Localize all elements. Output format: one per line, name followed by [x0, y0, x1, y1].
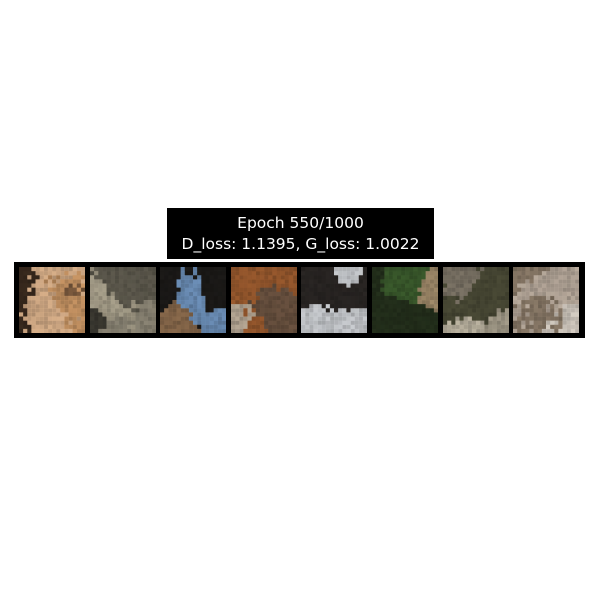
generated-sample-2 — [90, 267, 156, 333]
sample-4-image — [231, 267, 297, 333]
title-losses: D_loss: 1.1395, G_loss: 1.0022 — [181, 234, 420, 253]
figure-title: Epoch 550/1000 D_loss: 1.1395, G_loss: 1… — [167, 208, 434, 259]
sample-2-image — [90, 267, 156, 333]
sample-5-image — [301, 267, 367, 333]
generated-sample-3 — [160, 267, 226, 333]
generated-sample-7 — [443, 267, 509, 333]
generated-samples-strip — [14, 262, 585, 338]
generated-sample-4 — [231, 267, 297, 333]
sample-1-image — [19, 267, 85, 333]
generated-sample-1 — [19, 267, 85, 333]
sample-6-image — [372, 267, 438, 333]
sample-3-image — [160, 267, 226, 333]
title-epoch: Epoch 550/1000 — [237, 213, 364, 232]
generated-sample-8 — [513, 267, 579, 333]
generated-sample-5 — [301, 267, 367, 333]
generated-sample-6 — [372, 267, 438, 333]
sample-8-image — [513, 267, 579, 333]
sample-7-image — [443, 267, 509, 333]
